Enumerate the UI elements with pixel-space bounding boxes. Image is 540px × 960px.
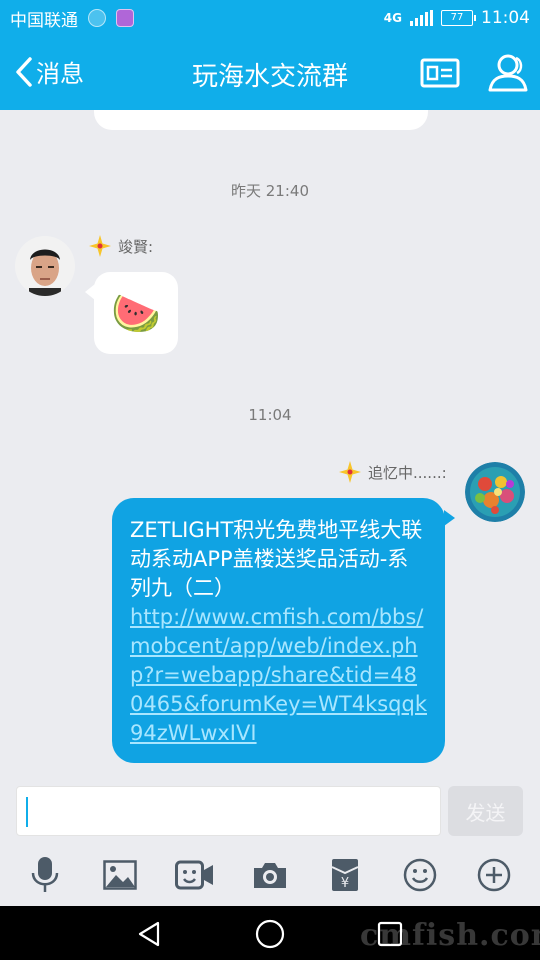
sparkle-badge-icon <box>89 235 111 257</box>
group-card-button[interactable] <box>420 58 460 92</box>
system-nav-bar: cmfish.com <box>0 906 540 960</box>
watermelon-emoji: 🍉 <box>111 290 161 337</box>
message-bubble[interactable]: ZETLIGHT积光免费地平线大联动系动APP盖楼送奖品活动-系列九（二） ht… <box>112 498 455 763</box>
nav-back-button[interactable] <box>136 920 164 952</box>
emoji-button[interactable] <box>400 855 440 895</box>
site-watermark: cmfish.com <box>360 918 540 953</box>
photo-button[interactable] <box>100 855 140 895</box>
carrier-label: 中国联通 <box>10 10 78 31</box>
send-button[interactable]: 发送 <box>448 786 523 836</box>
id-card-icon <box>420 58 460 88</box>
red-packet-icon: ¥ <box>331 859 359 891</box>
video-button[interactable] <box>175 855 215 895</box>
gallery-notification-icon <box>116 9 134 27</box>
video-icon <box>175 860 214 890</box>
network-type: 4G <box>383 11 402 25</box>
group-members-button[interactable] <box>486 52 530 98</box>
microphone-icon <box>32 857 59 892</box>
avatar[interactable] <box>15 236 75 296</box>
nav-home-button[interactable] <box>254 918 286 954</box>
red-packet-button[interactable]: ¥ <box>325 855 365 895</box>
text-cursor <box>26 797 28 827</box>
sparkle-badge-icon <box>339 461 361 483</box>
input-toolbar: ¥ <box>0 845 540 905</box>
emoji-icon <box>403 858 436 892</box>
input-bar: 发送 <box>0 784 540 838</box>
svg-text:¥: ¥ <box>341 876 349 891</box>
circle-home-icon <box>255 919 285 949</box>
plus-icon <box>478 858 511 892</box>
people-icon <box>488 54 528 92</box>
chat-header: 消息 玩海水交流群 <box>0 36 540 110</box>
timestamp: 昨天 21:40 <box>231 182 309 200</box>
battery-icon: 77 <box>441 10 476 26</box>
chat-area[interactable]: 昨天 21:40 竣賢: 🍉 11:04 追忆中......: ZETLIGHT… <box>0 110 540 784</box>
message-text: ZETLIGHT积光免费地平线大联动系动APP盖楼送奖品活动-系列九（二） <box>130 518 423 600</box>
status-bar: 中国联通 4G 77 11:04 <box>0 0 540 36</box>
triangle-back-icon <box>138 921 160 947</box>
sender-name: 追忆中......: <box>338 460 447 484</box>
signal-icon <box>410 10 433 26</box>
clock: 11:04 <box>481 8 530 28</box>
coral-reef-photo <box>465 462 525 522</box>
avatar[interactable] <box>465 462 525 522</box>
image-icon <box>103 860 138 890</box>
camera-icon <box>253 863 286 888</box>
timestamp: 11:04 <box>248 406 292 424</box>
more-button[interactable] <box>474 855 514 895</box>
camera-button[interactable] <box>250 855 290 895</box>
voice-button[interactable] <box>25 855 65 895</box>
globe-icon <box>88 9 106 27</box>
message-link[interactable]: http://www.cmfish.com/bbs/mobcent/app/we… <box>130 603 429 748</box>
sender-name: 竣賢: <box>88 234 153 258</box>
message-input[interactable] <box>16 786 441 836</box>
sender-photo <box>15 236 75 296</box>
message-bubble[interactable]: 🍉 <box>85 272 178 354</box>
previous-message-bubble[interactable] <box>94 110 428 130</box>
